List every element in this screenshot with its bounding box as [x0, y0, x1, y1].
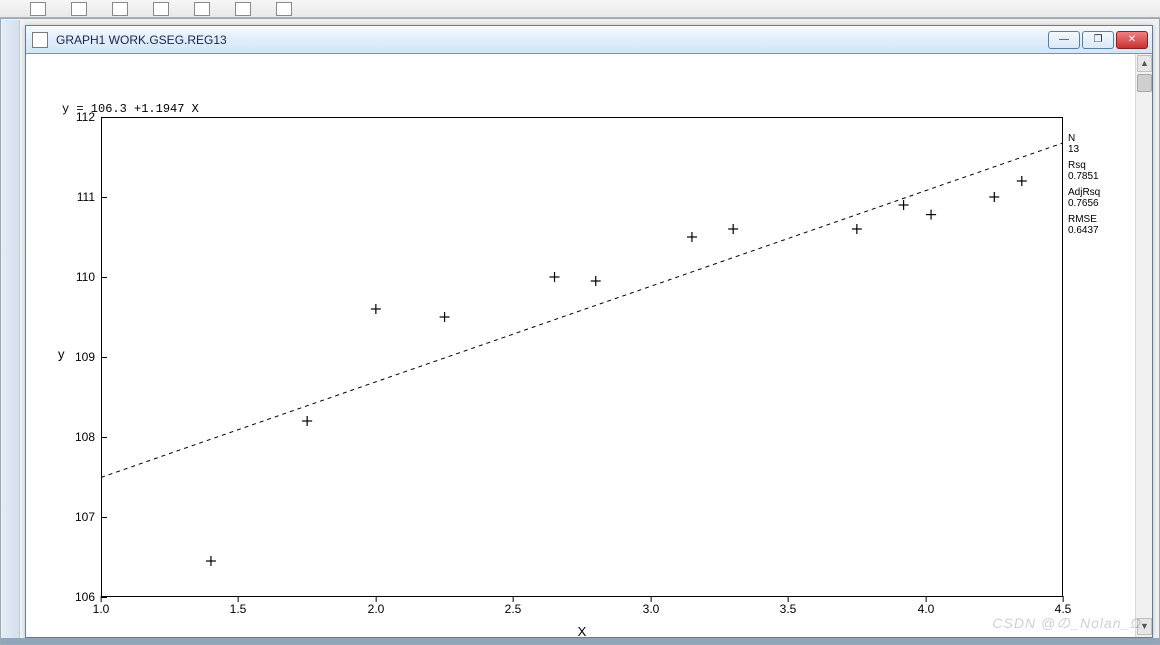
graph-window: GRAPH1 WORK.GSEG.REG13 — ❐ ✕ y = 106.3 +…	[25, 25, 1153, 638]
toolbar-icon[interactable]	[30, 2, 46, 16]
data-marker	[371, 304, 381, 314]
scroll-up-button[interactable]: ▲	[1137, 55, 1152, 72]
data-marker	[899, 200, 909, 210]
app-toolbar	[0, 0, 1160, 18]
window-title: GRAPH1 WORK.GSEG.REG13	[56, 33, 1040, 47]
data-marker	[302, 416, 312, 426]
data-marker	[1017, 176, 1027, 186]
xtick: 2.5	[505, 602, 522, 616]
ytick: 109	[75, 350, 101, 364]
ytick: 107	[75, 510, 101, 524]
xtick: 3.5	[780, 602, 797, 616]
data-marker	[687, 232, 697, 242]
graph-content: y = 106.3 +1.1947 X 112 111 110 109 108 …	[26, 54, 1152, 637]
ytick: 108	[75, 430, 101, 444]
data-marker	[728, 224, 738, 234]
ytick: 110	[76, 270, 101, 284]
xtick: 4.0	[918, 602, 935, 616]
toolbar-icon[interactable]	[71, 2, 87, 16]
toolbar-icon[interactable]	[276, 2, 292, 16]
maximize-button[interactable]: ❐	[1082, 31, 1114, 49]
left-gutter	[2, 20, 20, 643]
plot-area: y = 106.3 +1.1947 X 112 111 110 109 108 …	[26, 54, 1135, 637]
outer-frame: GRAPH1 WORK.GSEG.REG13 — ❐ ✕ y = 106.3 +…	[0, 18, 1160, 645]
xtick: 1.5	[230, 602, 247, 616]
toolbar-icon[interactable]	[112, 2, 128, 16]
ytick: 112	[76, 110, 101, 124]
toolbar-icon[interactable]	[194, 2, 210, 16]
data-marker	[206, 556, 216, 566]
close-button[interactable]: ✕	[1116, 31, 1148, 49]
x-axis-label: X	[578, 624, 587, 639]
ytick: 111	[77, 190, 101, 204]
data-marker	[550, 272, 560, 282]
scroll-thumb[interactable]	[1137, 74, 1152, 92]
xtick: 1.0	[93, 602, 110, 616]
plot-svg	[101, 117, 1063, 597]
fit-stats: N 13 Rsq 0.7851 AdjRsq 0.7656 RMSE 0.643…	[1068, 134, 1100, 237]
data-marker	[926, 210, 936, 220]
scroll-down-button[interactable]: ▼	[1137, 618, 1152, 635]
regression-line	[101, 143, 1063, 478]
toolbar-icon[interactable]	[235, 2, 251, 16]
bottom-strip	[1, 638, 1159, 644]
data-marker	[989, 192, 999, 202]
sas-graph-icon	[32, 32, 48, 48]
data-marker	[440, 312, 450, 322]
titlebar[interactable]: GRAPH1 WORK.GSEG.REG13 — ❐ ✕	[26, 26, 1152, 54]
xtick: 2.0	[368, 602, 385, 616]
data-marker	[591, 276, 601, 286]
data-marker	[852, 224, 862, 234]
minimize-button[interactable]: —	[1048, 31, 1080, 49]
xtick: 4.5	[1055, 602, 1072, 616]
xtick: 3.0	[643, 602, 660, 616]
y-axis-label: y	[58, 347, 65, 362]
toolbar-icon[interactable]	[153, 2, 169, 16]
vertical-scrollbar[interactable]: ▲ ▼	[1135, 54, 1152, 637]
